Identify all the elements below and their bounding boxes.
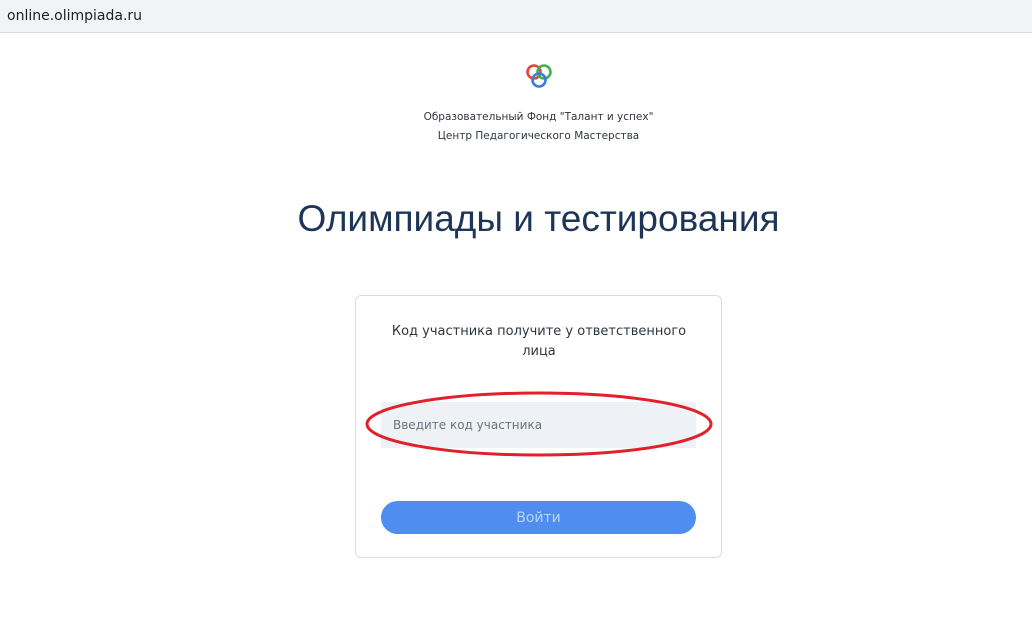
three-rings-logo-icon <box>526 64 552 88</box>
url-text[interactable]: online.olimpiada.ru <box>7 8 142 24</box>
browser-address-bar[interactable]: online.olimpiada.ru <box>0 0 1032 33</box>
org-name: Образовательный Фонд "Талант и успех" <box>423 111 654 123</box>
login-button[interactable]: Войти <box>381 501 696 534</box>
org-center: Центр Педагогического Мастерства <box>437 130 640 142</box>
login-hint: Код участника получите у ответственного … <box>391 324 687 359</box>
page-title: Олимпиады и тестирования <box>297 198 780 239</box>
participant-code-input[interactable] <box>381 402 696 448</box>
login-card: Код участника получите у ответственного … <box>355 295 722 558</box>
